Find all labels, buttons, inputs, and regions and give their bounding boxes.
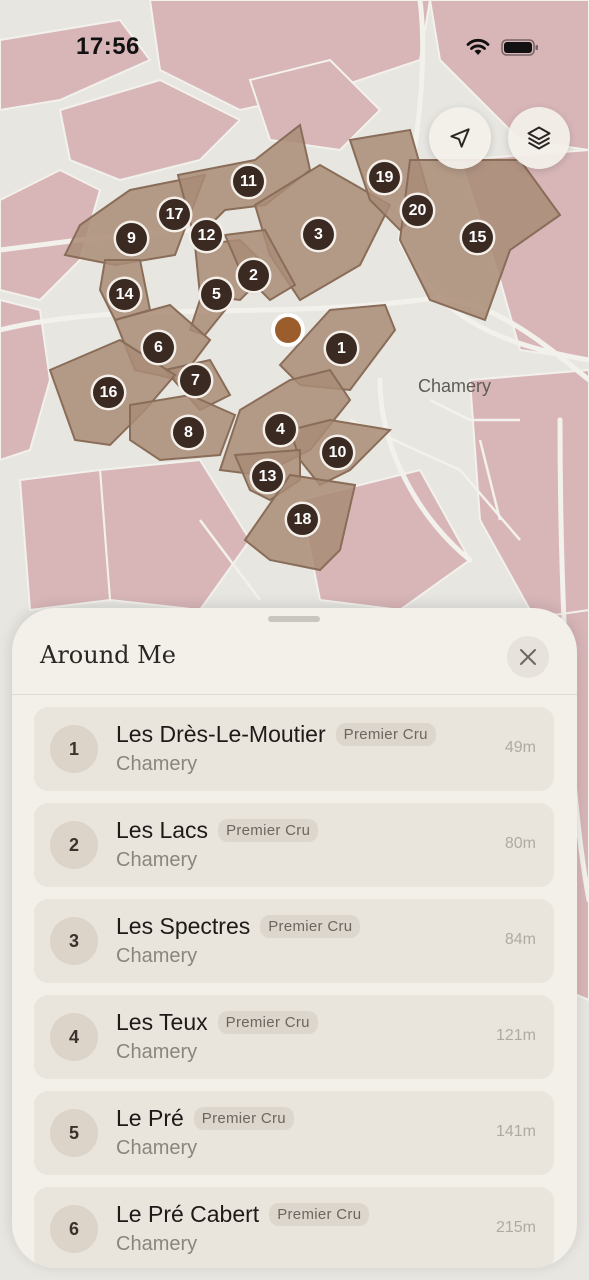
map-marker-17[interactable]: 17 [159, 199, 190, 230]
map-marker-13[interactable]: 13 [252, 461, 283, 492]
map-marker-7[interactable]: 7 [180, 365, 211, 396]
map-marker-15[interactable]: 15 [462, 222, 493, 253]
map-marker-4[interactable]: 4 [265, 414, 296, 445]
map-marker-1[interactable]: 1 [326, 333, 357, 364]
map-marker-16[interactable]: 16 [93, 377, 124, 408]
locate-me-button[interactable] [429, 107, 491, 169]
vineyard-name-line: Les Drès-Le-Moutier Premier Cru [116, 721, 436, 748]
rank-badge: 6 [50, 1205, 98, 1253]
vineyard-town: Chamery [116, 945, 198, 967]
classification-badge: Premier Cru [217, 1011, 318, 1034]
vineyard-distance: 121m [495, 1027, 536, 1044]
vineyard-name-line: Les Spectres Premier Cru [116, 913, 361, 940]
map-marker-12[interactable]: 12 [191, 220, 222, 251]
map-marker-10[interactable]: 10 [322, 437, 353, 468]
wifi-icon [466, 38, 490, 55]
status-time: 17:56 [76, 33, 140, 60]
list-item[interactable]: 5 Le Pré Premier Cru Chamery 141m [34, 1091, 554, 1175]
vineyard-name: Le Pré Cabert [116, 1201, 260, 1227]
vineyard-name-line: Le Pré Cabert Premier Cru [116, 1201, 370, 1228]
list-item[interactable]: 6 Le Pré Cabert Premier Cru Chamery 215m [34, 1187, 554, 1268]
list-item[interactable]: 3 Les Spectres Premier Cru Chamery 84m [34, 899, 554, 983]
map-town-label: Chamery [418, 376, 492, 396]
vineyard-name: Les Drès-Le-Moutier [116, 721, 326, 747]
classification-badge: Premier Cru [335, 723, 436, 746]
map-marker-11[interactable]: 11 [233, 166, 264, 197]
close-icon [520, 649, 536, 665]
map-marker-8[interactable]: 8 [173, 417, 204, 448]
vineyard-town: Chamery [116, 1137, 198, 1159]
vineyard-town: Chamery [116, 1041, 198, 1063]
list-item[interactable]: 4 Les Teux Premier Cru Chamery 121m [34, 995, 554, 1079]
vineyard-name: Le Pré [116, 1105, 184, 1131]
battery-icon [501, 39, 538, 56]
map-marker-5[interactable]: 5 [201, 279, 232, 310]
vineyard-name: Les Teux [116, 1009, 208, 1035]
vineyard-distance: 80m [504, 835, 536, 852]
user-location-dot [275, 317, 301, 343]
around-me-sheet[interactable]: Around Me 1 Les Drès-Le-Moutier Premier … [12, 608, 577, 1268]
classification-badge: Premier Cru [218, 819, 319, 842]
rank-badge: 3 [50, 917, 98, 965]
sheet-title: Around Me [40, 641, 176, 669]
vineyard-town: Chamery [116, 753, 198, 775]
vineyard-name-line: Les Teux Premier Cru [116, 1009, 318, 1036]
list-item[interactable]: 1 Les Drès-Le-Moutier Premier Cru Chamer… [34, 707, 554, 791]
classification-badge: Premier Cru [260, 915, 361, 938]
vineyard-distance: 49m [504, 739, 536, 756]
status-icons [465, 38, 539, 57]
vineyard-name: Les Lacs [116, 817, 209, 843]
map-marker-3[interactable]: 3 [303, 219, 334, 250]
rank-badge: 2 [50, 821, 98, 869]
vineyard-name-line: Les Lacs Premier Cru [116, 817, 319, 844]
vineyard-name: Les Spectres [116, 913, 251, 939]
classification-badge: Premier Cru [269, 1203, 370, 1226]
map-marker-20[interactable]: 20 [402, 195, 433, 226]
rank-badge: 1 [50, 725, 98, 773]
rank-badge: 5 [50, 1109, 98, 1157]
vineyard-distance: 141m [495, 1123, 536, 1140]
map-marker-19[interactable]: 19 [369, 162, 400, 193]
location-arrow-icon [450, 128, 470, 148]
map-layers-button[interactable] [508, 107, 570, 169]
list-item[interactable]: 2 Les Lacs Premier Cru Chamery 80m [34, 803, 554, 887]
map-marker-9[interactable]: 9 [116, 223, 147, 254]
vineyard-list: 1 Les Drès-Le-Moutier Premier Cru Chamer… [34, 707, 554, 1268]
map-marker-18[interactable]: 18 [287, 504, 318, 535]
sheet-grabber[interactable] [268, 616, 320, 622]
map-marker-2[interactable]: 2 [238, 260, 269, 291]
vineyard-distance: 215m [495, 1219, 536, 1236]
vineyard-name-line: Le Pré Premier Cru [116, 1105, 294, 1132]
vineyard-distance: 84m [504, 931, 536, 948]
close-button[interactable] [507, 636, 549, 678]
vineyard-town: Chamery [116, 1233, 198, 1255]
map-marker-6[interactable]: 6 [143, 332, 174, 363]
layers-icon [527, 126, 551, 150]
vineyard-town: Chamery [116, 849, 198, 871]
map-marker-14[interactable]: 14 [109, 279, 140, 310]
rank-badge: 4 [50, 1013, 98, 1061]
classification-badge: Premier Cru [193, 1107, 294, 1130]
sheet-divider [12, 694, 577, 695]
